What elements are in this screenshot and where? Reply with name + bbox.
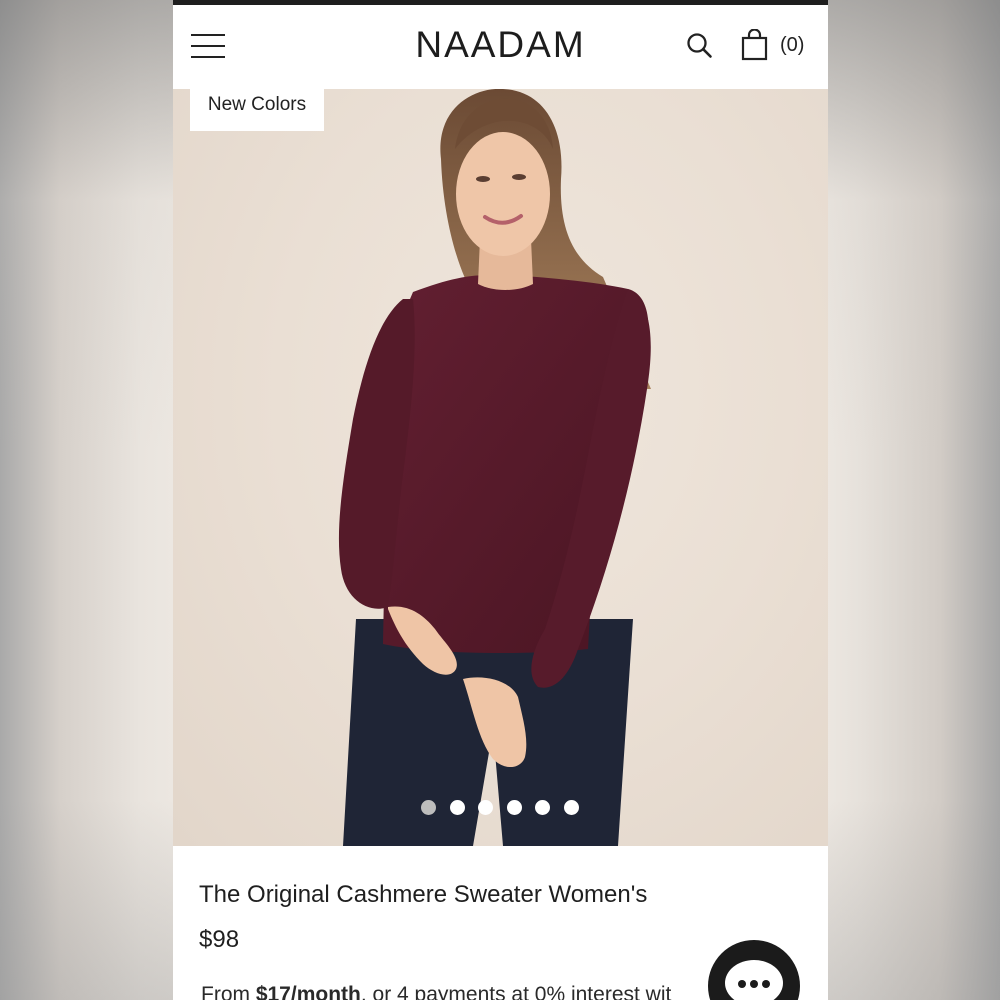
carousel-dot[interactable] — [563, 800, 579, 815]
product-image-carousel[interactable]: New Colors — [173, 89, 828, 846]
mobile-page: NAADAM (0) New Colors The Original Cashm… — [173, 0, 828, 1000]
new-colors-badge: New Colors — [190, 89, 324, 131]
cart-button[interactable] — [739, 28, 773, 63]
carousel-dot[interactable] — [449, 800, 465, 815]
carousel-dot[interactable] — [535, 800, 550, 815]
chat-button[interactable] — [708, 940, 800, 1000]
installment-suffix: , or 4 payments at 0% interest wit — [360, 983, 672, 1000]
brand-logo[interactable]: NAADAM — [173, 24, 828, 66]
carousel-dot[interactable] — [421, 800, 436, 815]
search-icon — [687, 33, 712, 58]
installment-note: From $17/month, or 4 payments at 0% inte… — [201, 983, 671, 1000]
product-title: The Original Cashmere Sweater Women's — [199, 881, 648, 908]
shopping-bag-icon — [741, 28, 768, 61]
product-info: The Original Cashmere Sweater Women's $9… — [173, 846, 828, 1000]
installment-prefix: From — [201, 983, 256, 1000]
cart-count[interactable]: (0) — [780, 34, 804, 57]
installment-amount: $17/month — [255, 983, 361, 1000]
site-header: NAADAM (0) — [173, 5, 828, 89]
product-price: $98 — [199, 926, 240, 953]
carousel-dot[interactable] — [478, 800, 493, 815]
model-photo — [338, 89, 651, 846]
search-button[interactable] — [685, 31, 715, 61]
chat-bubble-icon — [725, 960, 783, 1000]
carousel-dot[interactable] — [506, 800, 522, 815]
